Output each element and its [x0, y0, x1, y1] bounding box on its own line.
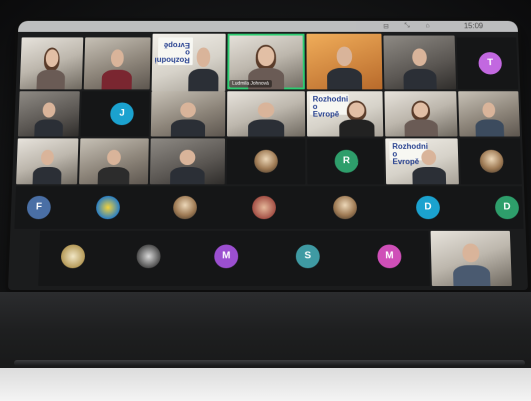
video-tile[interactable]	[83, 37, 151, 90]
video-tile[interactable]	[383, 35, 457, 90]
participant-tile[interactable]: R	[307, 138, 385, 185]
active-speaker-tile[interactable]: Ludmila Johnová	[227, 33, 305, 90]
participant-video	[101, 48, 133, 90]
video-tile[interactable]: Rozhodni o Evropě	[306, 91, 384, 137]
video-tile[interactable]	[430, 230, 512, 287]
participant-avatar[interactable]: M	[214, 244, 239, 269]
participant-video	[452, 242, 491, 287]
video-tile[interactable]	[79, 138, 149, 185]
participant-avatar[interactable]	[252, 195, 276, 220]
video-tile[interactable]	[458, 91, 521, 137]
participant-tile[interactable]	[459, 138, 522, 185]
participant-video	[412, 148, 447, 185]
window-control-2[interactable]: ⤡	[404, 23, 410, 30]
clock-text: 15:09	[463, 21, 484, 31]
participant-tile[interactable]: T	[456, 37, 519, 90]
participant-strip: F D D	[14, 186, 524, 229]
participant-video	[188, 45, 219, 92]
participant-video	[327, 45, 363, 90]
speaker-name-label: Ludmila Johnová	[229, 80, 272, 88]
participant-video	[97, 148, 130, 185]
video-tile[interactable]	[149, 138, 226, 185]
participant-video	[475, 100, 504, 137]
participant-tile[interactable]: J	[80, 91, 150, 137]
photo-scene: ⊟ ⤡ ⌂ 15:09 Rozhodni o Evropě Ludmila Jo…	[0, 0, 531, 401]
participant-avatar[interactable]	[136, 244, 161, 269]
participant-video	[36, 47, 66, 90]
window-control-1[interactable]: ⊟	[383, 23, 389, 30]
video-tile[interactable]	[150, 91, 226, 137]
participant-avatar[interactable]: M	[377, 244, 402, 269]
video-tile[interactable]	[226, 91, 306, 137]
participant-video	[248, 100, 285, 137]
laptop-screen: ⊟ ⤡ ⌂ 15:09 Rozhodni o Evropě Ludmila Jo…	[8, 20, 528, 290]
participant-video	[170, 148, 205, 185]
laptop-base	[0, 368, 531, 401]
participant-video	[403, 46, 437, 90]
participant-avatar: R	[334, 149, 359, 173]
poster-banner: Rozhodni o Evropě	[154, 37, 193, 66]
participant-avatar[interactable]	[95, 195, 121, 220]
participant-avatar[interactable]	[173, 195, 198, 220]
poster-title: Rozhodni o Evropě	[154, 41, 191, 65]
participant-avatar	[479, 149, 504, 173]
participant-avatar: T	[478, 52, 503, 75]
participant-video	[339, 100, 375, 137]
participant-avatar[interactable]	[333, 195, 358, 220]
video-tile[interactable]	[17, 91, 80, 137]
participant-avatar[interactable]: D	[415, 195, 441, 220]
video-tile[interactable]: Rozhodni o Evropě	[385, 138, 459, 185]
participant-avatar	[254, 149, 278, 173]
participant-video	[34, 100, 63, 137]
participant-avatar[interactable]	[60, 244, 86, 269]
participant-video	[32, 148, 62, 185]
video-tile[interactable]	[306, 33, 383, 90]
window-top-bar: ⊟ ⤡ ⌂ 15:09	[18, 20, 518, 32]
video-tile[interactable]	[19, 37, 84, 90]
video-tile[interactable]	[384, 91, 458, 137]
participant-video	[404, 100, 439, 137]
participant-video	[170, 100, 206, 137]
laptop-hinge	[14, 360, 525, 366]
participant-avatar[interactable]: F	[26, 195, 52, 220]
participant-avatar[interactable]: D	[494, 195, 520, 220]
participant-avatar: J	[110, 102, 134, 126]
participant-strip: M S M	[38, 230, 430, 287]
participant-avatar[interactable]: S	[295, 244, 320, 269]
video-tile[interactable]	[16, 138, 79, 185]
participant-tile[interactable]	[226, 138, 306, 185]
video-tile[interactable]: Rozhodni o Evropě	[151, 33, 226, 92]
window-control-3[interactable]: ⌂	[425, 23, 429, 29]
